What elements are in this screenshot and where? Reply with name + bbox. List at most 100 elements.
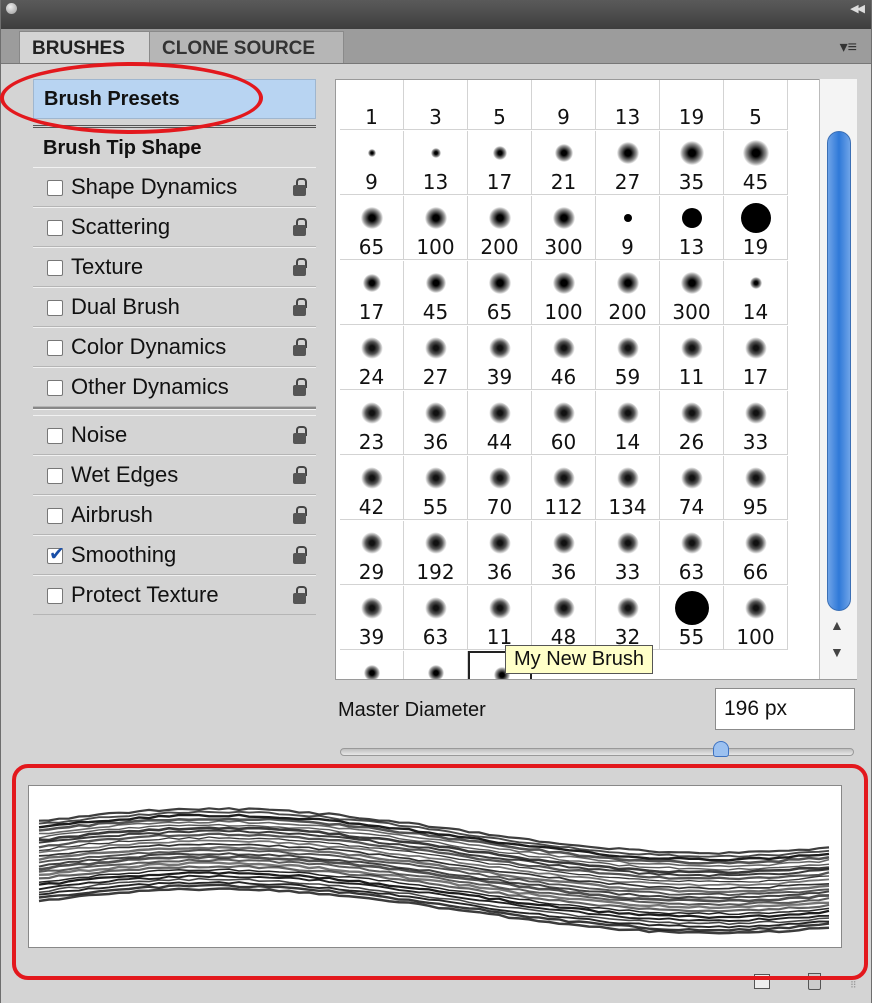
brush-preset-cell[interactable]: 17	[724, 326, 788, 390]
checkbox[interactable]	[47, 220, 63, 236]
brush-preset-cell[interactable]: 200	[596, 261, 660, 325]
slider-thumb[interactable]	[713, 741, 729, 757]
brush-preset-cell[interactable]: 200	[468, 196, 532, 260]
brush-preset-cell[interactable]: 192	[404, 521, 468, 585]
brush-preset-cell[interactable]: 65	[340, 196, 404, 260]
option-scattering[interactable]: Scattering	[33, 207, 316, 247]
option-airbrush[interactable]: Airbrush	[33, 495, 316, 535]
brush-preset-cell[interactable]: 74	[660, 456, 724, 520]
brush-preset-cell[interactable]: 21	[532, 131, 596, 195]
grid-scrollbar[interactable]: ▲ ▼	[819, 79, 857, 679]
master-diameter-input[interactable]: 196 px	[715, 688, 855, 730]
close-icon[interactable]	[6, 3, 17, 14]
brush-preset-cell[interactable]: 300	[660, 261, 724, 325]
brush-preset-cell[interactable]: 46	[532, 326, 596, 390]
brush-preset-cell[interactable]: 45	[404, 651, 468, 680]
brush-preset-cell[interactable]: 36	[532, 521, 596, 585]
brush-preset-cell[interactable]: 5	[724, 79, 788, 130]
checkbox[interactable]	[47, 300, 63, 316]
option-other-dynamics[interactable]: Other Dynamics	[33, 367, 316, 407]
brush-preset-cell[interactable]: 300	[532, 196, 596, 260]
lock-icon[interactable]	[293, 178, 306, 196]
brush-preset-cell[interactable]: 32	[596, 586, 660, 650]
brush-preset-cell[interactable]: 33	[724, 391, 788, 455]
option-protect-texture[interactable]: Protect Texture	[33, 575, 316, 615]
option-wet-edges[interactable]: Wet Edges	[33, 455, 316, 495]
checkbox[interactable]	[47, 260, 63, 276]
option-shape-dynamics[interactable]: Shape Dynamics	[33, 167, 316, 207]
tab-clone-source[interactable]: CLONE SOURCE	[149, 31, 344, 63]
brush-preset-cell[interactable]: 66	[724, 521, 788, 585]
checkbox[interactable]	[47, 428, 63, 444]
lock-icon[interactable]	[293, 506, 306, 524]
collapse-icon[interactable]: ◀◀	[850, 2, 863, 15]
checkbox[interactable]	[47, 380, 63, 396]
brush-preset-cell[interactable]: 100	[404, 196, 468, 260]
brush-preset-cell[interactable]: 63	[404, 586, 468, 650]
brush-preset-cell[interactable]: 9	[596, 196, 660, 260]
checkbox[interactable]	[47, 340, 63, 356]
brush-preset-cell[interactable]: 11	[468, 586, 532, 650]
brush-preset-cell[interactable]: 59	[596, 326, 660, 390]
lock-icon[interactable]	[293, 258, 306, 276]
resize-grip-icon[interactable]: ⠿	[850, 980, 857, 991]
option-dual-brush[interactable]: Dual Brush	[33, 287, 316, 327]
option-noise[interactable]: Noise	[33, 415, 316, 455]
checkbox[interactable]	[47, 180, 63, 196]
brush-preset-cell[interactable]: 48	[532, 586, 596, 650]
lock-icon[interactable]	[293, 426, 306, 444]
lock-icon[interactable]	[293, 466, 306, 484]
brush-preset-cell[interactable]: 13	[404, 131, 468, 195]
brush-preset-cell[interactable]: 27	[404, 326, 468, 390]
brush-preset-cell[interactable]: 35	[660, 131, 724, 195]
brush-preset-cell[interactable]: 45	[724, 131, 788, 195]
brush-preset-cell[interactable]: 36	[404, 391, 468, 455]
lock-icon[interactable]	[293, 298, 306, 316]
brush-preset-cell[interactable]: 13	[660, 196, 724, 260]
tab-brushes[interactable]: BRUSHES	[19, 31, 151, 63]
brush-preset-cell[interactable]: 134	[596, 456, 660, 520]
brush-preset-cell[interactable]: 17	[340, 261, 404, 325]
option-color-dynamics[interactable]: Color Dynamics	[33, 327, 316, 367]
brush-preset-cell[interactable]: 9	[340, 131, 404, 195]
checkbox[interactable]	[47, 548, 63, 564]
brush-preset-cell[interactable]: 5	[468, 79, 532, 130]
option-smoothing[interactable]: Smoothing	[33, 535, 316, 575]
lock-icon[interactable]	[293, 218, 306, 236]
scroll-thumb[interactable]	[827, 131, 851, 611]
brush-preset-cell[interactable]: 44	[468, 391, 532, 455]
brush-preset-cell[interactable]: 26	[660, 391, 724, 455]
brush-preset-cell[interactable]: 60	[532, 391, 596, 455]
checkbox[interactable]	[47, 468, 63, 484]
brush-preset-cell[interactable]: 11	[660, 326, 724, 390]
lock-icon[interactable]	[293, 338, 306, 356]
brush-preset-cell[interactable]: 27	[596, 131, 660, 195]
brush-preset-cell[interactable]: 100	[724, 586, 788, 650]
brush-preset-cell[interactable]: 112	[532, 456, 596, 520]
checkbox[interactable]	[47, 508, 63, 524]
brush-preset-cell[interactable]: 3	[404, 79, 468, 130]
brush-preset-cell[interactable]: 55	[660, 586, 724, 650]
brush-preset-cell[interactable]: 1	[340, 79, 404, 130]
brush-preset-cell[interactable]: 55	[404, 456, 468, 520]
panel-menu-icon[interactable]: ▾≡	[840, 37, 857, 57]
lock-icon[interactable]	[293, 546, 306, 564]
checkbox[interactable]	[47, 588, 63, 604]
option-texture[interactable]: Texture	[33, 247, 316, 287]
brush-preset-cell[interactable]: 39	[468, 326, 532, 390]
scroll-up-icon[interactable]: ▲	[830, 617, 844, 633]
brush-preset-cell[interactable]: 19	[724, 196, 788, 260]
brush-preset-cell[interactable]: 42	[340, 456, 404, 520]
scroll-down-icon[interactable]: ▼	[830, 644, 844, 660]
brush-preset-cell[interactable]: 100	[532, 261, 596, 325]
lock-icon[interactable]	[293, 586, 306, 604]
master-diameter-slider[interactable]	[340, 748, 854, 756]
brush-preset-cell[interactable]: 14	[724, 261, 788, 325]
brush-preset-cell[interactable]: 24	[340, 326, 404, 390]
brush-preset-cell[interactable]: 75	[340, 651, 404, 680]
brush-preset-cell[interactable]: 14	[596, 391, 660, 455]
lock-icon[interactable]	[293, 378, 306, 396]
brush-preset-cell[interactable]: 29	[340, 521, 404, 585]
brush-preset-cell[interactable]: 33	[596, 521, 660, 585]
brush-preset-cell[interactable]: 39	[340, 586, 404, 650]
